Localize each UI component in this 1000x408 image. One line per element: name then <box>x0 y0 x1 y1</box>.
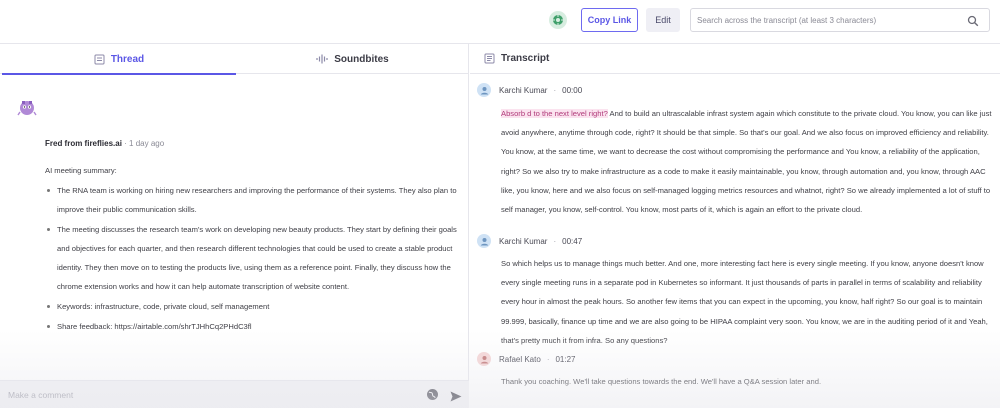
segment-text[interactable]: Thank you coaching. We'll take questions… <box>501 372 992 391</box>
transcript-title: Transcript <box>501 53 550 64</box>
tab-soundbites-label: Soundbites <box>334 53 389 65</box>
edit-button[interactable]: Edit <box>646 8 680 32</box>
message-time: 1 day ago <box>129 139 165 148</box>
comment-bar <box>0 380 469 408</box>
speaker-name: Karchi Kumar <box>499 85 548 95</box>
segment-body: Thank you coaching. We'll take questions… <box>501 377 822 386</box>
segment-body: And to build an ultrascalable infrast sy… <box>501 109 992 215</box>
bot-avatar-icon <box>16 96 38 123</box>
speaker-row[interactable]: Rafael Kato · 01:27 <box>477 352 576 366</box>
summary-list: The RNA team is working on hiring new re… <box>45 181 463 336</box>
tab-soundbites[interactable]: Soundbites <box>236 44 469 74</box>
speaker-row[interactable]: Karchi Kumar · 00:00 <box>477 83 582 97</box>
segment-body: So which helps us to manage things much … <box>501 259 988 345</box>
search-input[interactable] <box>697 13 957 28</box>
segment-timestamp[interactable]: 01:27 <box>555 355 575 364</box>
summary-item: The meeting discusses the research team'… <box>45 220 463 296</box>
user-avatar-icon <box>477 352 491 366</box>
tab-thread[interactable]: Thread <box>2 44 236 75</box>
thread-panel: Thread Soundbites Fred from fireflies.ai… <box>0 44 469 408</box>
copy-link-button[interactable]: Copy Link <box>581 8 638 32</box>
highlighted-text[interactable]: Absorb d to the next level right? <box>501 109 608 118</box>
user-avatar-icon <box>477 83 491 97</box>
message-header: Fred from fireflies.ai · 1 day ago <box>45 139 164 148</box>
panel-tabs: Thread Soundbites <box>0 44 469 75</box>
comment-input[interactable] <box>8 387 408 403</box>
transcript-header: Transcript <box>470 44 1000 74</box>
speaker-separator: · <box>546 354 550 364</box>
segment-timestamp[interactable]: 00:00 <box>562 86 582 95</box>
speaker-name: Karchi Kumar <box>499 236 548 246</box>
segment-text[interactable]: Absorb d to the next level right? And to… <box>501 104 992 219</box>
globe-icon[interactable] <box>426 388 439 406</box>
transcript-icon <box>484 53 495 64</box>
summary-feedback-link[interactable]: Share feedback: https://airtable.com/shr… <box>45 317 463 336</box>
search-icon[interactable] <box>967 14 979 32</box>
top-toolbar: Copy Link Edit <box>0 0 1000 44</box>
summary-message: AI meeting summary: The RNA team is work… <box>45 161 463 337</box>
send-icon[interactable] <box>450 389 462 407</box>
speaker-separator: · <box>553 236 557 246</box>
summary-item: The RNA team is working on hiring new re… <box>45 181 463 219</box>
speaker-separator: · <box>553 85 557 95</box>
gear-icon[interactable] <box>549 11 567 29</box>
message-author: Fred from fireflies.ai <box>45 139 122 148</box>
notes-icon <box>94 54 105 65</box>
segment-text[interactable]: So which helps us to manage things much … <box>501 254 992 350</box>
transcript-panel: Transcript Karchi Kumar · 00:00 Absorb d… <box>470 44 1000 408</box>
segment-timestamp[interactable]: 00:47 <box>562 237 582 246</box>
transcript-search <box>690 8 990 32</box>
summary-keywords: Keywords: infrastructure, code, private … <box>45 297 463 316</box>
soundwave-icon <box>316 54 328 64</box>
summary-intro: AI meeting summary: <box>45 166 117 175</box>
speaker-row[interactable]: Karchi Kumar · 00:47 <box>477 234 582 248</box>
speaker-name: Rafael Kato <box>499 354 541 364</box>
tab-thread-label: Thread <box>110 53 145 65</box>
user-avatar-icon <box>477 234 491 248</box>
